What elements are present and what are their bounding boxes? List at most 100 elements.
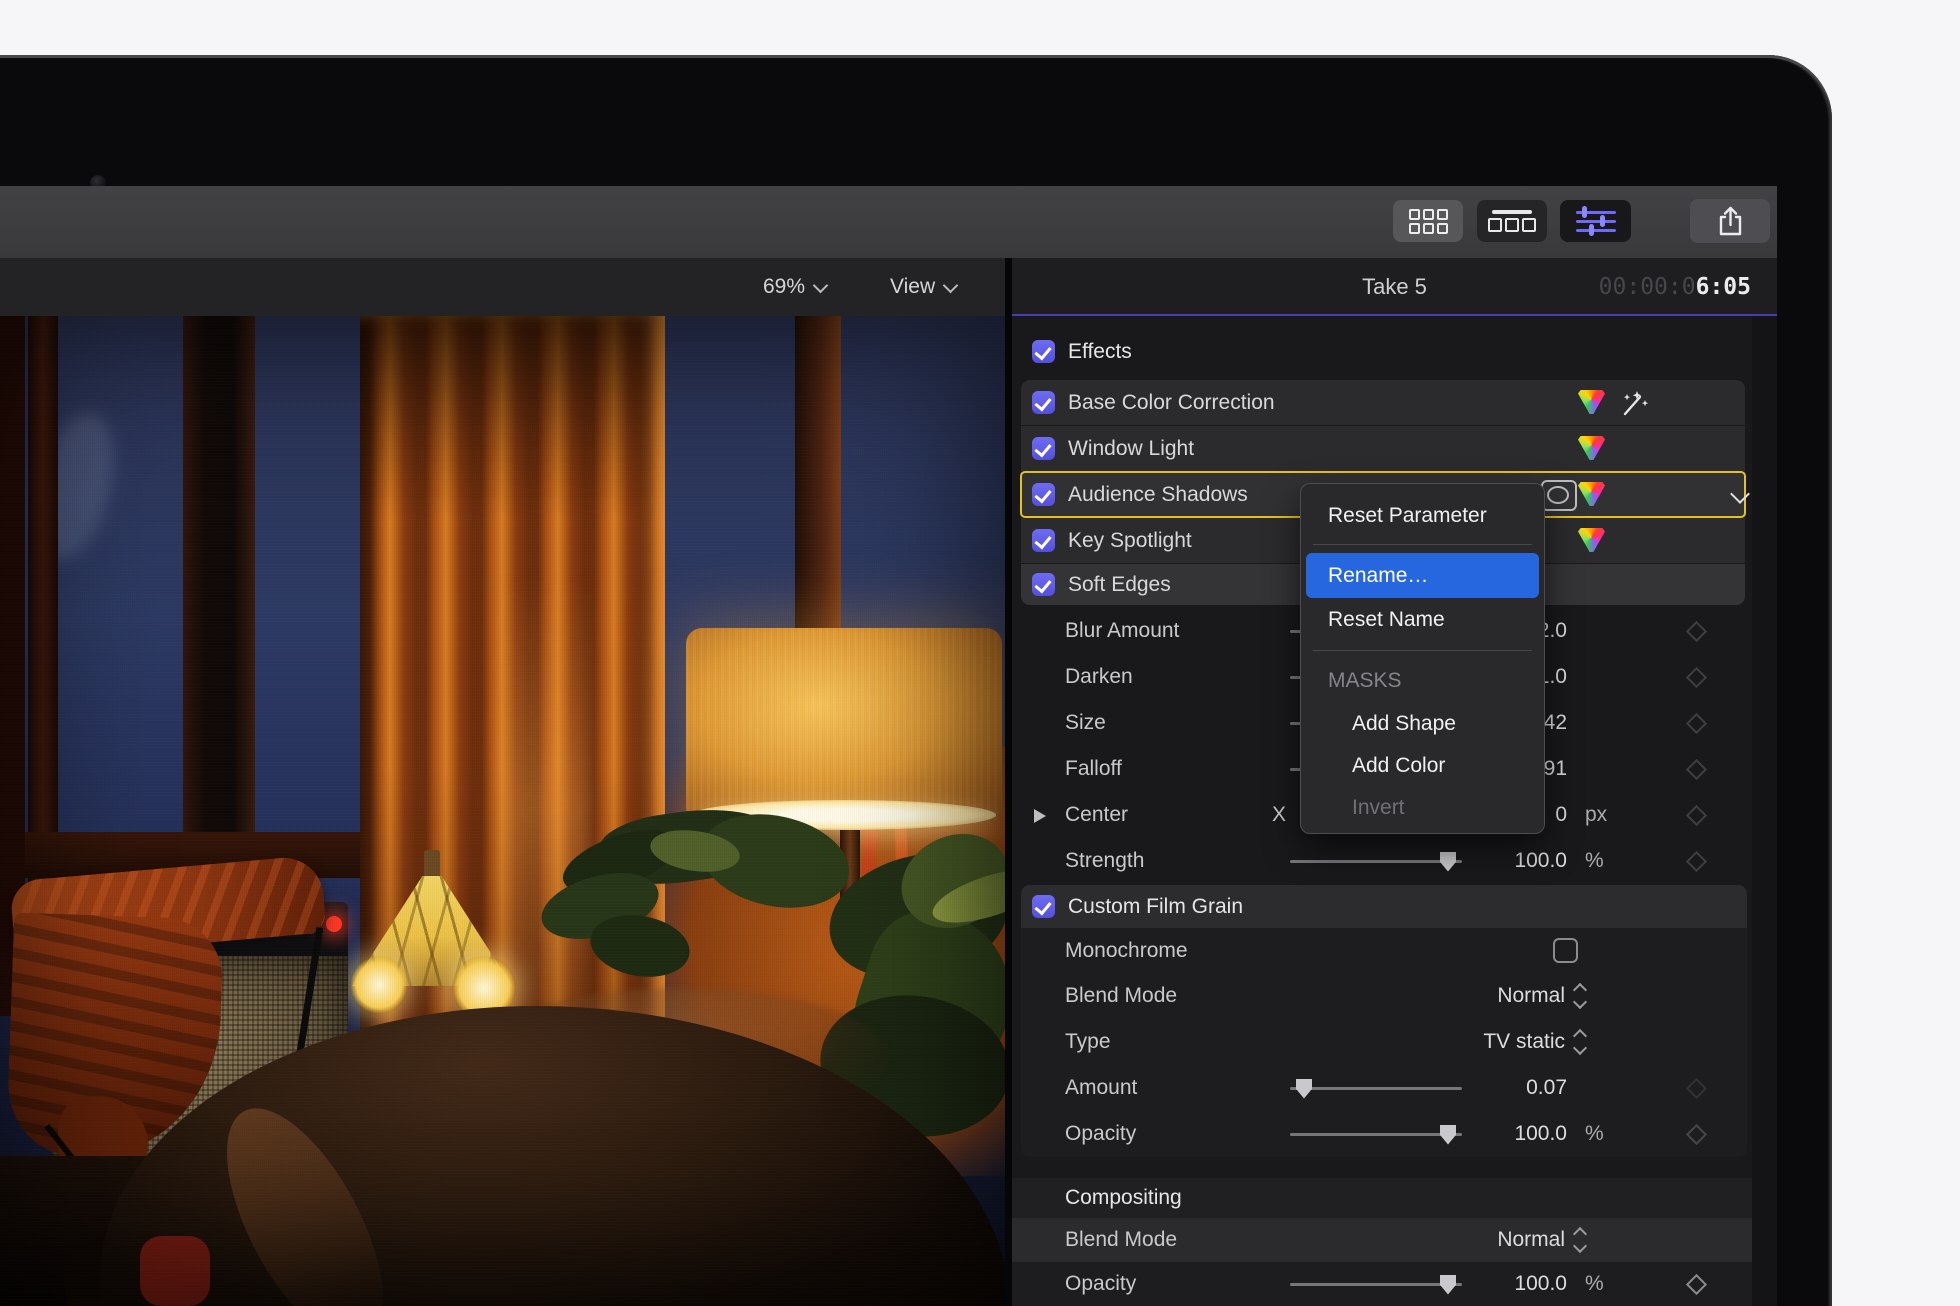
menu-item-add-shape[interactable]: Add Shape bbox=[1301, 704, 1544, 744]
blend-mode-select[interactable]: Normal bbox=[1415, 973, 1565, 1019]
color-board-icon[interactable] bbox=[1578, 436, 1605, 460]
effect-checkbox[interactable] bbox=[1032, 573, 1055, 596]
param-value[interactable]: 100.0 bbox=[1447, 1111, 1567, 1157]
effect-checkbox[interactable] bbox=[1032, 437, 1055, 460]
param-row-comp-blend: Blend Mode Normal bbox=[1012, 1218, 1752, 1262]
effect-checkbox[interactable] bbox=[1032, 391, 1055, 414]
clip-title: Take 5 bbox=[1362, 274, 1427, 299]
disclosure-triangle-icon[interactable] bbox=[1034, 808, 1046, 823]
effects-checkbox[interactable] bbox=[1032, 340, 1055, 363]
menu-item-rename[interactable]: Rename… bbox=[1301, 553, 1544, 598]
scrollbar-gutter[interactable] bbox=[1752, 316, 1777, 1306]
param-label: Blend Mode bbox=[1065, 1228, 1178, 1251]
lamp-bulb-glow bbox=[350, 956, 408, 1014]
view-dropdown[interactable]: View bbox=[890, 258, 959, 316]
param-row-strength: Strength 100.0 % bbox=[1012, 838, 1752, 884]
effect-label: Window Light bbox=[1068, 437, 1195, 460]
share-icon bbox=[1719, 206, 1741, 236]
main-toolbar bbox=[0, 186, 1777, 260]
param-label: Amount bbox=[1065, 1076, 1138, 1099]
compositing-header-row: Compositing bbox=[1012, 1178, 1752, 1218]
keyframe-icon[interactable] bbox=[1685, 758, 1708, 781]
menu-item-label: Reset Name bbox=[1328, 608, 1445, 631]
filmstrip-icon bbox=[1488, 210, 1536, 232]
keyframe-icon[interactable] bbox=[1685, 804, 1708, 827]
param-row-amount: Amount 0.07 bbox=[1012, 1065, 1752, 1111]
menu-item-reset-name[interactable]: Reset Name bbox=[1301, 600, 1544, 640]
film-grain-checkbox[interactable] bbox=[1032, 895, 1055, 918]
menu-item-add-color[interactable]: Add Color bbox=[1301, 746, 1544, 786]
view-label: View bbox=[890, 275, 936, 298]
param-label: Opacity bbox=[1065, 1272, 1137, 1295]
enhance-wand-icon[interactable] bbox=[1615, 388, 1649, 418]
context-menu: Reset Parameter Rename… Reset Name MASKS… bbox=[1300, 483, 1545, 834]
effects-section-label: Effects bbox=[1068, 340, 1132, 363]
keyframe-icon[interactable] bbox=[1685, 712, 1708, 735]
axis-label: X bbox=[1272, 803, 1287, 826]
color-board-icon[interactable] bbox=[1578, 482, 1605, 506]
param-row-blend-mode: Blend Mode Normal bbox=[1012, 973, 1752, 1019]
effect-row[interactable]: Window Light bbox=[1021, 426, 1745, 471]
param-label: Blur Amount bbox=[1065, 619, 1180, 642]
viewer-toolbar: 69% View bbox=[0, 258, 1005, 317]
comp-blend-mode-select[interactable]: Normal bbox=[1415, 1218, 1565, 1264]
app-window: 69% View i Take 5 00:00 bbox=[0, 186, 1777, 1306]
menu-separator bbox=[1313, 650, 1532, 651]
param-label: Center bbox=[1065, 803, 1129, 826]
effect-checkbox[interactable] bbox=[1032, 529, 1055, 552]
amount-slider[interactable] bbox=[1290, 1078, 1462, 1099]
monochrome-checkbox[interactable] bbox=[1553, 938, 1578, 963]
menu-item-label: Add Color bbox=[1352, 754, 1446, 777]
film-grain-label: Custom Film Grain bbox=[1068, 895, 1244, 918]
keyframe-icon[interactable] bbox=[1685, 1123, 1708, 1146]
keyframe-icon[interactable] bbox=[1685, 850, 1708, 873]
grain-type-select[interactable]: TV static bbox=[1415, 1019, 1565, 1065]
effects-master-row: Effects bbox=[1012, 330, 1752, 374]
grid-view-button[interactable] bbox=[1393, 200, 1463, 242]
menu-item-invert: Invert bbox=[1301, 788, 1544, 828]
param-unit: % bbox=[1585, 1122, 1604, 1145]
param-label: Strength bbox=[1065, 849, 1145, 872]
mask-icon[interactable] bbox=[1541, 480, 1577, 511]
effect-checkbox[interactable] bbox=[1032, 483, 1055, 506]
param-value[interactable]: 100.0 bbox=[1447, 1262, 1567, 1306]
inspector-toggle-button[interactable] bbox=[1560, 200, 1631, 242]
drum-lamp-shade bbox=[686, 628, 1002, 824]
menu-item-label: Rename… bbox=[1328, 564, 1429, 587]
menu-item-reset-parameter[interactable]: Reset Parameter bbox=[1301, 496, 1544, 536]
grain-opacity-slider[interactable] bbox=[1290, 1124, 1462, 1145]
share-button[interactable] bbox=[1690, 199, 1770, 243]
menu-item-label: Invert bbox=[1352, 796, 1405, 819]
keyframe-icon[interactable] bbox=[1685, 1077, 1708, 1100]
amp-pilot-light bbox=[326, 916, 342, 932]
param-label: Monochrome bbox=[1065, 939, 1188, 962]
color-board-icon[interactable] bbox=[1578, 528, 1605, 552]
menu-section-masks: MASKS bbox=[1301, 661, 1544, 701]
color-board-icon[interactable] bbox=[1578, 390, 1605, 414]
sliders-icon bbox=[1575, 206, 1616, 236]
stepper-icon[interactable] bbox=[1572, 1226, 1588, 1254]
strength-slider[interactable] bbox=[1290, 851, 1462, 872]
keyframe-icon[interactable] bbox=[1685, 620, 1708, 643]
param-unit: % bbox=[1585, 849, 1604, 872]
film-grain-header-row[interactable]: Custom Film Grain bbox=[1021, 885, 1747, 928]
keyframe-icon[interactable] bbox=[1685, 666, 1708, 689]
filmstrip-view-button[interactable] bbox=[1477, 200, 1547, 242]
menu-item-label: Add Shape bbox=[1352, 712, 1456, 735]
grid-icon bbox=[1408, 208, 1448, 234]
param-row-type: Type TV static bbox=[1012, 1019, 1752, 1065]
stepper-icon[interactable] bbox=[1572, 982, 1588, 1010]
zoom-level-dropdown[interactable]: 69% bbox=[763, 258, 829, 316]
keyframe-icon[interactable] bbox=[1685, 1273, 1708, 1296]
menu-item-label: Reset Parameter bbox=[1328, 504, 1487, 527]
effect-label: Base Color Correction bbox=[1068, 391, 1275, 414]
param-value[interactable]: 100.0 bbox=[1447, 838, 1567, 884]
effect-row[interactable]: Base Color Correction bbox=[1021, 380, 1745, 425]
param-value[interactable]: 0.07 bbox=[1447, 1065, 1567, 1111]
zoom-level-value: 69% bbox=[763, 275, 806, 298]
param-label: Falloff bbox=[1065, 757, 1122, 780]
chevron-down-icon bbox=[942, 277, 959, 294]
stepper-icon[interactable] bbox=[1572, 1028, 1588, 1056]
param-label: Blend Mode bbox=[1065, 984, 1178, 1007]
comp-opacity-slider[interactable] bbox=[1290, 1274, 1462, 1295]
